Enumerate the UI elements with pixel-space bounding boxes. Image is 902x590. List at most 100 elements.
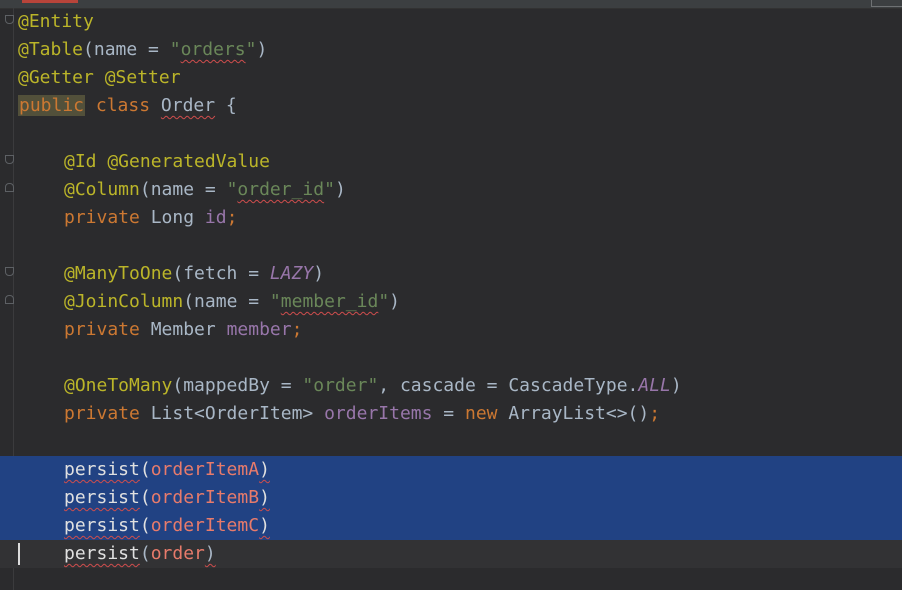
code-line[interactable]: @Getter @Setter (0, 64, 902, 92)
annotation-args: (mappedBy = (172, 375, 303, 396)
keyword: new (464, 403, 509, 424)
annotation-args: (fetch = (172, 263, 270, 284)
paren: ) (256, 39, 268, 60)
text-caret (18, 543, 20, 565)
code-text: @Id @GeneratedValue (64, 148, 270, 176)
keyword-highlighted: public (18, 95, 86, 116)
code-text: @Getter @Setter (18, 64, 181, 92)
paren: ) (259, 459, 270, 480)
string-quote: " (324, 179, 335, 200)
code-editor[interactable]: @Entity @Table(name = "orders") @Getter … (0, 0, 902, 590)
window-corner (871, 0, 902, 7)
semicolon: ; (291, 319, 303, 340)
code-text: @Entity (18, 8, 94, 36)
code-text: persist(orderItemA) (64, 456, 270, 484)
paren: ( (139, 487, 151, 508)
code-line[interactable]: @Id @GeneratedValue (0, 148, 902, 176)
method-call: persist (64, 543, 140, 564)
code-text: @JoinColumn(name = "member_id") (64, 288, 400, 316)
paren: ) (389, 291, 400, 312)
string-quote: " (245, 39, 257, 60)
string-literal: orders (180, 39, 246, 60)
annotation-args: (name = (83, 39, 170, 60)
paren: ) (334, 179, 346, 200)
string-quote: " (169, 39, 181, 60)
annotation: @JoinColumn (64, 291, 184, 312)
paren: ) (313, 263, 325, 284)
code-line[interactable] (0, 232, 902, 260)
method-call: persist (64, 487, 140, 508)
argument: orderItemB (150, 487, 260, 508)
keyword: private (64, 319, 151, 340)
string-literal: member_id (280, 291, 379, 312)
code-text: persist(order) (64, 540, 216, 568)
string-quote: " (226, 179, 238, 200)
string-literal: order_id (237, 179, 325, 200)
code-text: private Long id; (64, 204, 237, 232)
annotation: @OneToMany (64, 375, 173, 396)
code-line[interactable]: public class Order { (0, 92, 902, 120)
code-text: @OneToMany(mappedBy = "order", cascade =… (64, 372, 682, 400)
code-line[interactable]: private Member member; (0, 316, 902, 344)
annotation: @ManyToOne (64, 263, 173, 284)
code-text: @Table(name = "orders") (18, 36, 267, 64)
annotation: @Id @GeneratedValue (64, 151, 270, 172)
argument: orderItemC (150, 515, 260, 536)
constant: ALL (638, 375, 671, 396)
code-line[interactable]: @OneToMany(mappedBy = "order", cascade =… (0, 372, 902, 400)
code-line[interactable]: @JoinColumn(name = "member_id") (0, 288, 902, 316)
field-name: id (204, 207, 227, 228)
paren: ) (259, 515, 270, 536)
code-text: private List<OrderItem> orderItems = new… (64, 400, 660, 428)
paren: ( (139, 459, 151, 480)
active-tab-indicator (22, 0, 78, 3)
code-line-selected[interactable]: persist(orderItemB) (0, 484, 902, 512)
code-line[interactable]: private Long id; (0, 204, 902, 232)
type-name: Member (150, 319, 227, 340)
code-line[interactable] (0, 120, 902, 148)
paren: ( (139, 543, 151, 564)
paren: ( (139, 515, 151, 536)
field-name: orderItems (324, 403, 433, 424)
annotation: @Table (18, 39, 84, 60)
annotation: @Column (64, 179, 140, 200)
code-line[interactable]: @Column(name = "order_id") (0, 176, 902, 204)
keyword: class (85, 95, 161, 116)
paren: ) (204, 543, 216, 564)
string-quote: " (269, 291, 281, 312)
code-text: persist(orderItemB) (64, 484, 270, 512)
paren: ) (259, 487, 270, 508)
type-name: List<OrderItem> (150, 403, 325, 424)
paren: ) (670, 375, 682, 396)
string-literal: "order" (302, 375, 379, 396)
code-line[interactable] (0, 344, 902, 372)
method-call: persist (64, 459, 140, 480)
code-text: public class Order { (18, 92, 237, 120)
argument: orderItemA (150, 459, 260, 480)
brace: { (215, 95, 237, 116)
annotation-args: (name = (139, 179, 227, 200)
code-line-selected[interactable]: persist(orderItemC) (0, 512, 902, 540)
annotation: @Getter @Setter (18, 67, 181, 88)
code-line-selected[interactable]: persist(orderItemA) (0, 456, 902, 484)
code-line-current[interactable]: persist(order) (0, 540, 902, 568)
code-line[interactable]: @ManyToOne(fetch = LAZY) (0, 260, 902, 288)
code-line[interactable] (0, 428, 902, 456)
annotation-args: , cascade = CascadeType. (378, 375, 639, 396)
code-line[interactable]: @Table(name = "orders") (0, 36, 902, 64)
keyword: private (64, 403, 151, 424)
code-text: @ManyToOne(fetch = LAZY) (64, 260, 324, 288)
keyword: private (64, 207, 151, 228)
code-text: persist(orderItemC) (64, 512, 270, 540)
operator: = (432, 403, 465, 424)
type-name: Long (150, 207, 205, 228)
semicolon: ; (226, 207, 238, 228)
class-name: Order (160, 95, 216, 116)
code-text: @Column(name = "order_id") (64, 176, 346, 204)
string-quote: " (378, 291, 390, 312)
constant: LAZY (269, 263, 314, 284)
code-line[interactable]: @Entity (0, 8, 902, 36)
argument: order (150, 543, 205, 564)
code-text: private Member member; (64, 316, 302, 344)
code-line[interactable]: private List<OrderItem> orderItems = new… (0, 400, 902, 428)
